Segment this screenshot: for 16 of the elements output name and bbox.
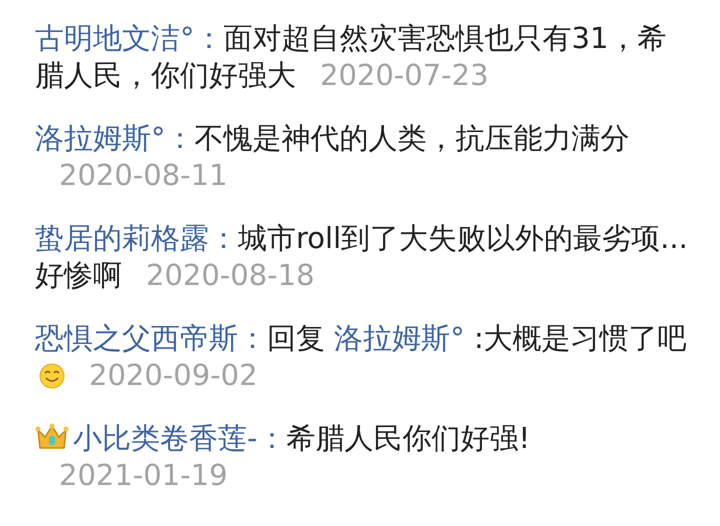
- reply-link[interactable]: 洛拉姆斯°: [334, 321, 465, 355]
- author-link[interactable]: 洛拉姆斯°：: [35, 121, 194, 155]
- comment-text: 恐惧之父西帝斯：回复 洛拉姆斯° :大概是习惯了吧 2020-09-02: [35, 320, 688, 394]
- author-link[interactable]: 古明地文洁°：: [35, 21, 224, 55]
- author-link[interactable]: 小比类卷香莲-：: [73, 421, 286, 455]
- comment-date: 2020-07-23: [320, 58, 489, 92]
- comment-text: 小比类卷香莲-：希腊人民你们好强! 2021-01-19: [35, 420, 690, 494]
- comment-text: 古明地文洁°：面对超自然灾害恐惧也只有31，希腊人民，你们好强大 2020-07-23: [35, 20, 668, 94]
- comment-date: 2020-09-02: [89, 358, 258, 392]
- comment-text: 蛰居的莉格露：城市roll到了大失败以外的最劣项...好惨啊 2020-08-18: [35, 220, 689, 294]
- author-link[interactable]: 蛰居的莉格露：: [35, 221, 238, 255]
- comment-date: 2021-01-19: [59, 458, 228, 492]
- comment-date: 2020-08-11: [59, 158, 228, 192]
- comment-date: 2020-08-18: [146, 258, 315, 292]
- author-link[interactable]: 恐惧之父西帝斯：: [35, 321, 267, 355]
- comment-text: 洛拉姆斯°：不愧是神代的人类，抗压能力满分 2020-08-11: [35, 120, 630, 194]
